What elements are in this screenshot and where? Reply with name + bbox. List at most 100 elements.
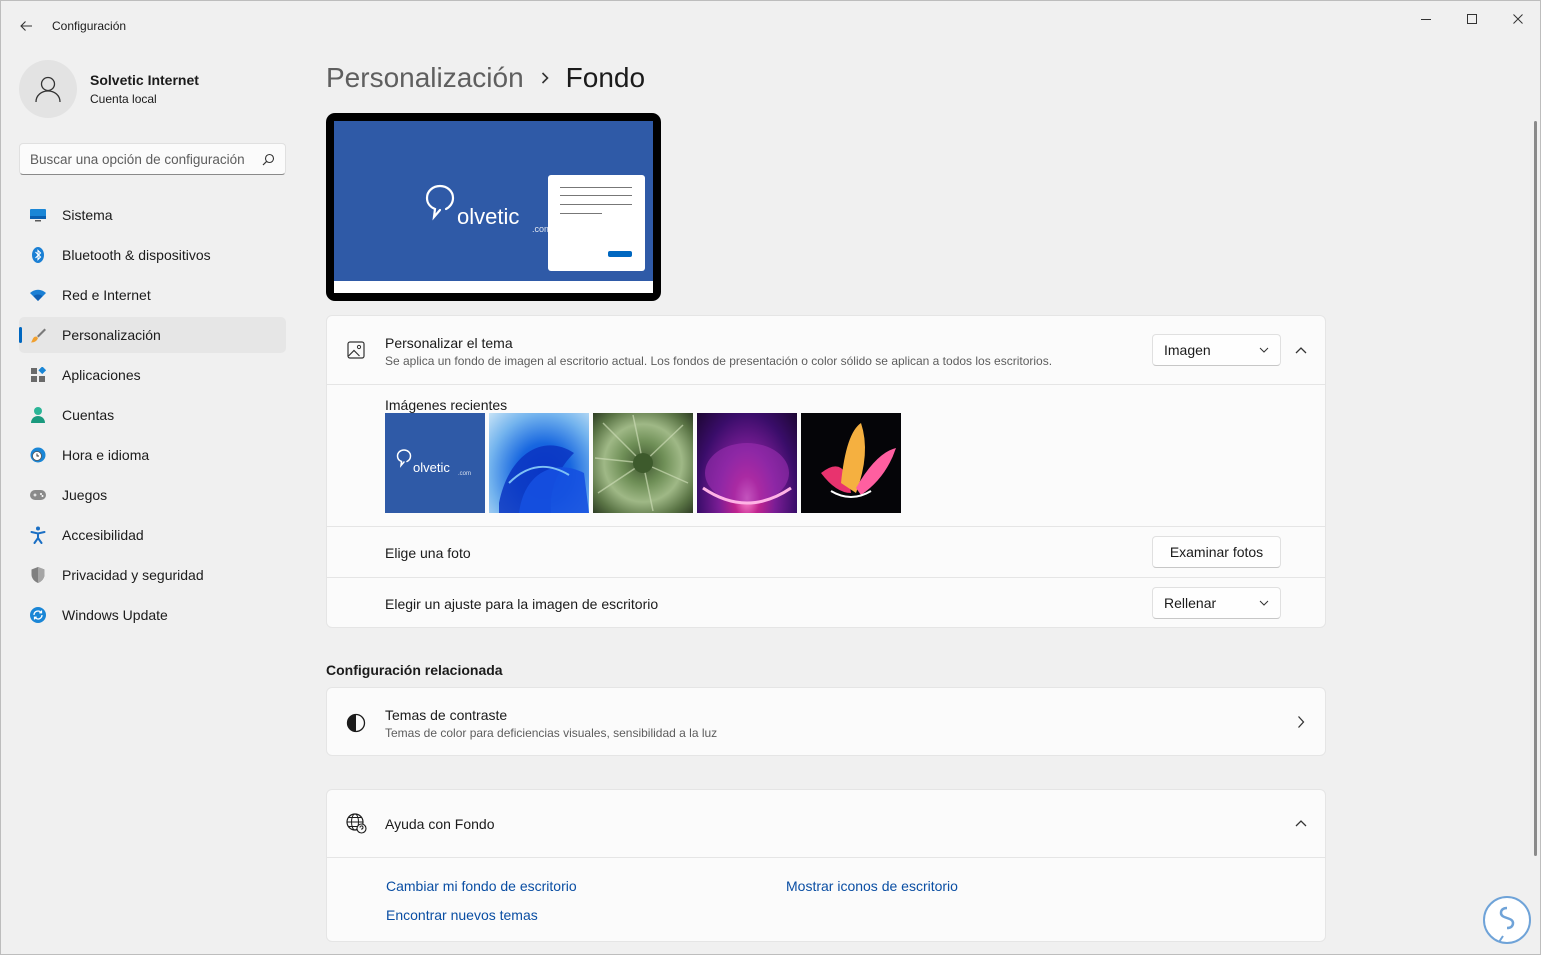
sidebar-item-windows-update[interactable]: Windows Update [19, 597, 286, 633]
preview-wallpaper: olvetic .com [334, 121, 653, 281]
sidebar-item-sistema[interactable]: Sistema [19, 197, 286, 233]
bloom-shape-icon [499, 445, 589, 513]
recent-image-abstract-flower[interactable] [801, 413, 901, 513]
sidebar-item-label: Accesibilidad [62, 527, 144, 543]
preview-logo-text: olvetic [457, 204, 520, 229]
chevron-right-icon [540, 71, 550, 85]
gamepad-icon [29, 486, 47, 504]
help-header-row[interactable]: Ayuda con Fondo [327, 790, 1325, 857]
chevron-down-icon [1259, 347, 1269, 353]
person-icon [35, 76, 61, 103]
sidebar-item-label: Red e Internet [62, 287, 151, 303]
contrast-icon [345, 712, 367, 734]
background-type-value: Imagen [1164, 342, 1211, 358]
recent-image-windows-bloom[interactable] [489, 413, 589, 513]
maximize-button[interactable] [1449, 5, 1495, 33]
choose-photo-label: Elige una foto [385, 545, 471, 561]
sidebar-item-accounts[interactable]: Cuentas [19, 397, 286, 433]
search-icon[interactable] [261, 152, 275, 166]
help-link-change-background[interactable]: Cambiar mi fondo de escritorio [386, 878, 577, 894]
theme-row-description: Se aplica un fondo de imagen al escritor… [385, 354, 1053, 368]
help-link-show-desktop-icons[interactable]: Mostrar iconos de escritorio [786, 878, 958, 894]
image-icon [345, 339, 367, 361]
theme-row-title: Personalizar el tema [385, 335, 513, 351]
solvetic-logo-icon [396, 449, 412, 468]
fit-value: Rellenar [1164, 595, 1217, 611]
collapse-help-button[interactable] [1287, 809, 1315, 837]
search-box [19, 143, 286, 175]
help-card: Ayuda con Fondo Cambiar mi fondo de escr… [326, 789, 1326, 942]
choose-photo-row: Elige una foto Examinar fotos [327, 526, 1325, 577]
recent-images-list: olvetic .com [385, 413, 901, 513]
background-settings-card: Personalizar el tema Se aplica un fondo … [326, 315, 1326, 628]
maximize-icon [1467, 14, 1477, 24]
chevron-up-icon [1295, 820, 1307, 827]
close-icon [1513, 14, 1523, 24]
title-bar: Configuración [1, 1, 1540, 49]
bluetooth-icon [29, 246, 47, 264]
close-button[interactable] [1495, 5, 1541, 33]
sidebar-item-label: Juegos [62, 487, 108, 503]
contrast-title: Temas de contraste [385, 707, 508, 723]
sidebar-item-bluetooth[interactable]: Bluetooth & dispositivos [19, 237, 286, 273]
browse-photos-button[interactable]: Examinar fotos [1152, 536, 1281, 568]
preview-taskbar [334, 281, 653, 293]
sidebar-item-time-language[interactable]: Hora e idioma [19, 437, 286, 473]
solvetic-watermark-icon [1483, 896, 1531, 944]
app-title: Configuración [52, 19, 127, 33]
clock-globe-icon [29, 446, 47, 464]
sidebar-item-label: Aplicaciones [62, 367, 141, 383]
back-button[interactable] [13, 13, 39, 39]
flower-shape-icon [821, 423, 896, 498]
breadcrumb-parent[interactable]: Personalización [326, 62, 524, 94]
sidebar-item-accessibility[interactable]: Accesibilidad [19, 517, 286, 553]
contrast-themes-card[interactable]: Temas de contraste Temas de color para d… [326, 687, 1326, 756]
thumb-logo-suffix: .com [458, 471, 472, 477]
search-input[interactable] [30, 151, 261, 167]
shield-icon [29, 566, 47, 584]
help-links-row: Cambiar mi fondo de escritorio Mostrar i… [327, 857, 1325, 943]
succulent-shape-icon [594, 414, 689, 512]
user-profile[interactable]: Solvetic Internet Cuenta local [19, 59, 199, 119]
help-title: Ayuda con Fondo [385, 816, 495, 832]
fit-label: Elegir un ajuste para la imagen de escri… [385, 596, 659, 612]
solvetic-logo-icon [425, 184, 455, 221]
chevron-down-icon [1259, 600, 1269, 606]
update-icon [29, 606, 47, 624]
sidebar-item-label: Hora e idioma [62, 447, 150, 463]
help-link-find-themes[interactable]: Encontrar nuevos temas [386, 907, 538, 923]
fit-dropdown[interactable]: Rellenar [1152, 587, 1281, 619]
glow-shape-icon [702, 443, 792, 505]
recent-images-row: Imágenes recientes olvetic .com [327, 384, 1325, 526]
sidebar-item-label: Windows Update [62, 607, 168, 623]
minimize-icon [1421, 19, 1431, 20]
profile-account-type: Cuenta local [90, 92, 157, 106]
sidebar-item-network[interactable]: Red e Internet [19, 277, 286, 313]
page-title: Fondo [565, 62, 646, 93]
minimize-button[interactable] [1403, 5, 1449, 33]
sidebar-item-label: Personalización [62, 327, 161, 343]
apps-icon [29, 366, 47, 384]
background-type-dropdown[interactable]: Imagen [1152, 334, 1281, 366]
sidebar-item-label: Cuentas [62, 407, 115, 423]
settings-window: Configuración Solvetic Internet Cuenta l… [0, 0, 1541, 955]
globe-help-icon [345, 812, 367, 834]
accessibility-icon [29, 526, 47, 544]
breadcrumb: Personalización Fondo [326, 61, 645, 95]
scrollbar[interactable] [1534, 121, 1537, 856]
sidebar-item-apps[interactable]: Aplicaciones [19, 357, 286, 393]
sidebar-item-personalization[interactable]: Personalización [19, 317, 286, 353]
recent-image-succulent[interactable] [593, 413, 693, 513]
recent-image-purple-glow[interactable] [697, 413, 797, 513]
profile-name: Solvetic Internet [90, 72, 199, 88]
monitor-icon [29, 206, 47, 224]
sidebar-item-privacy[interactable]: Privacidad y seguridad [19, 557, 286, 593]
chevron-right-icon [1287, 708, 1315, 736]
recent-image-solvetic[interactable]: olvetic .com [385, 413, 485, 513]
desktop-preview: olvetic .com [326, 113, 661, 301]
collapse-button[interactable] [1287, 336, 1315, 364]
sidebar-item-gaming[interactable]: Juegos [19, 477, 286, 513]
sidebar-nav: Sistema Bluetooth & dispositivos Red e I… [19, 197, 286, 637]
sidebar-item-label: Privacidad y seguridad [62, 567, 204, 583]
sidebar-item-label: Sistema [62, 207, 113, 223]
